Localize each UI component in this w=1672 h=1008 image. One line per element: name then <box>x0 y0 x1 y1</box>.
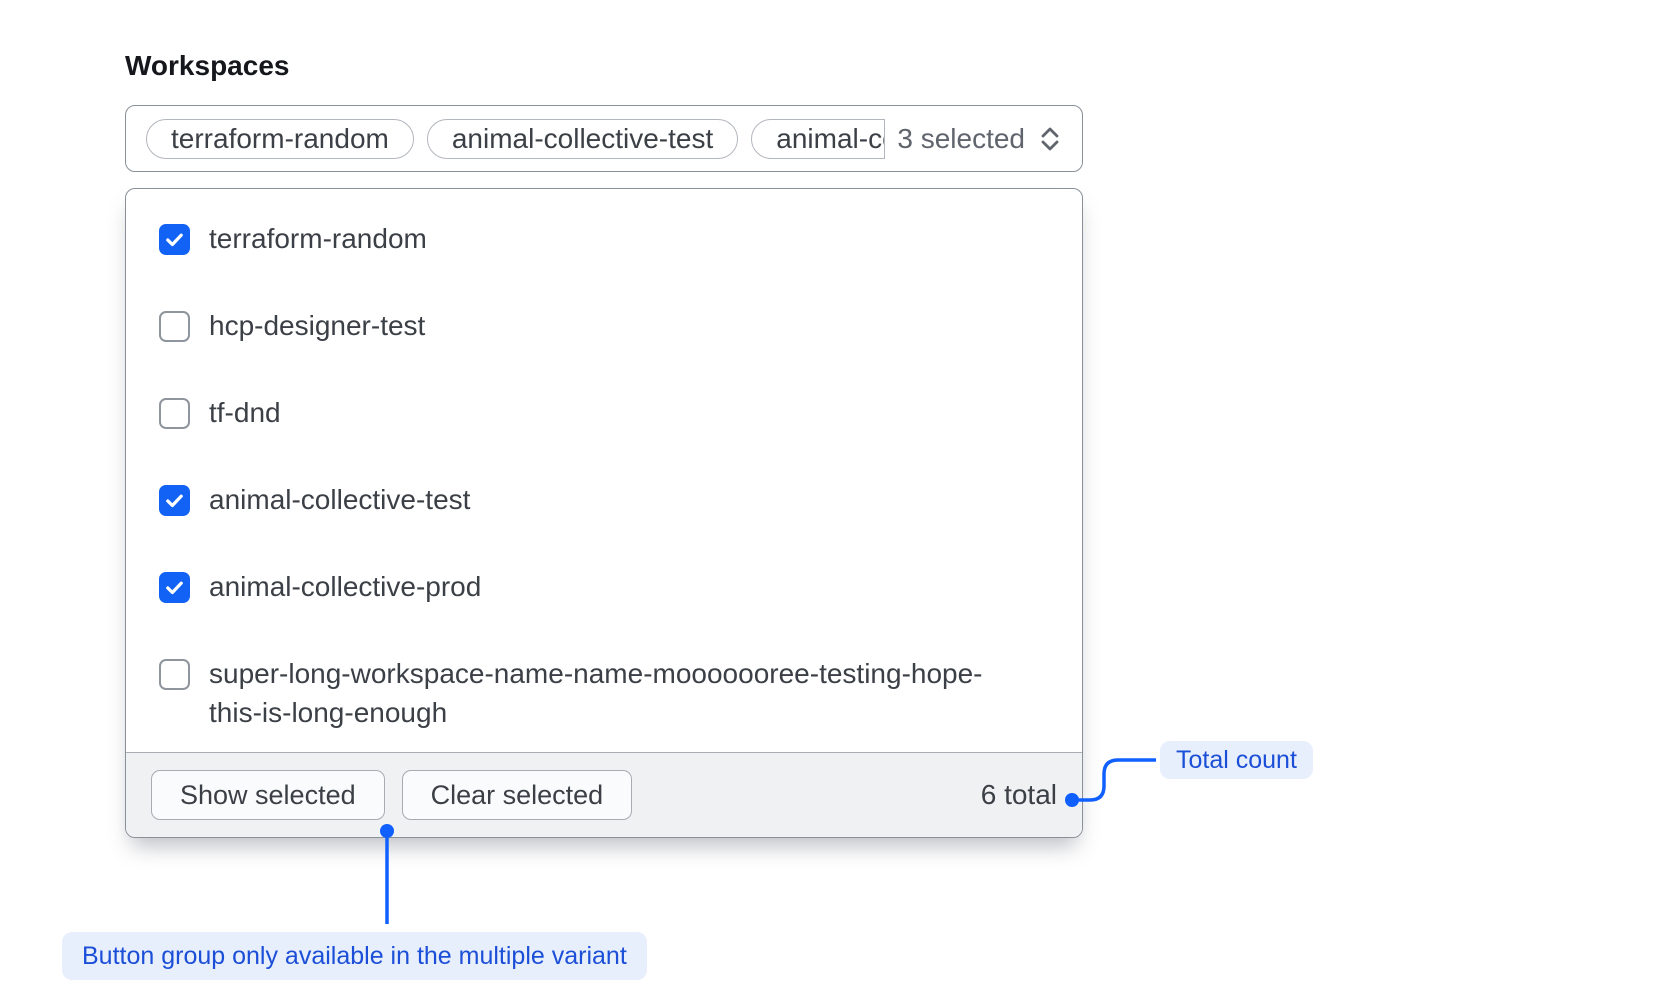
listbox-option[interactable]: tf-dnd <box>126 369 1082 456</box>
listbox-option[interactable]: animal-collective-prod <box>126 543 1082 630</box>
option-checkbox[interactable] <box>159 659 190 690</box>
total-count-connector-line <box>1072 760 1156 800</box>
selected-tag: terraform-random <box>146 119 414 159</box>
listbox-option[interactable]: super-long-workspace-name-name-moooooore… <box>126 630 1082 756</box>
show-selected-button[interactable]: Show selected <box>151 770 385 820</box>
unfold-carets-icon[interactable] <box>1038 123 1062 155</box>
option-label: hcp-designer-test <box>209 306 425 345</box>
listbox-option[interactable]: animal-collective-test <box>126 456 1082 543</box>
option-label: terraform-random <box>209 219 427 258</box>
listbox-option[interactable]: hcp-designer-test <box>126 282 1082 369</box>
selected-tag: animal-collective-prod <box>751 119 885 159</box>
option-label: tf-dnd <box>209 393 281 432</box>
options-list: terraform-random hcp-designer-test tf-dn… <box>126 189 1082 756</box>
option-checkbox[interactable] <box>159 572 190 603</box>
option-label: animal-collective-prod <box>209 567 481 606</box>
check-icon <box>163 489 186 512</box>
selected-tag: animal-collective-test <box>427 119 738 159</box>
total-count-text: 6 total <box>981 779 1057 811</box>
super-select-multiple-demo: Workspaces terraform-random animal-collec… <box>0 0 1672 1008</box>
option-checkbox[interactable] <box>159 398 190 429</box>
option-checkbox[interactable] <box>159 485 190 516</box>
selected-tags: terraform-random animal-collective-test an… <box>146 119 884 159</box>
button-group-annotation: Button group only available in the multi… <box>62 932 647 980</box>
listbox-option[interactable]: terraform-random <box>126 195 1082 282</box>
option-label: super-long-workspace-name-name-moooooore… <box>209 654 999 732</box>
multiselect-trigger[interactable]: terraform-random animal-collective-test an… <box>125 105 1083 172</box>
listbox-panel: terraform-random hcp-designer-test tf-dn… <box>125 188 1083 838</box>
option-checkbox[interactable] <box>159 224 190 255</box>
field-label: Workspaces <box>125 50 289 82</box>
selected-tag-clipped-wrap: animal-collective-prod <box>751 119 885 159</box>
check-icon <box>163 576 186 599</box>
total-count-annotation: Total count <box>1160 741 1313 779</box>
option-checkbox[interactable] <box>159 311 190 342</box>
clear-selected-button[interactable]: Clear selected <box>402 770 633 820</box>
selected-count-label: 3 selected <box>897 123 1025 155</box>
check-icon <box>163 228 186 251</box>
listbox-footer: Show selected Clear selected 6 total <box>126 752 1082 837</box>
option-label: animal-collective-test <box>209 480 470 519</box>
